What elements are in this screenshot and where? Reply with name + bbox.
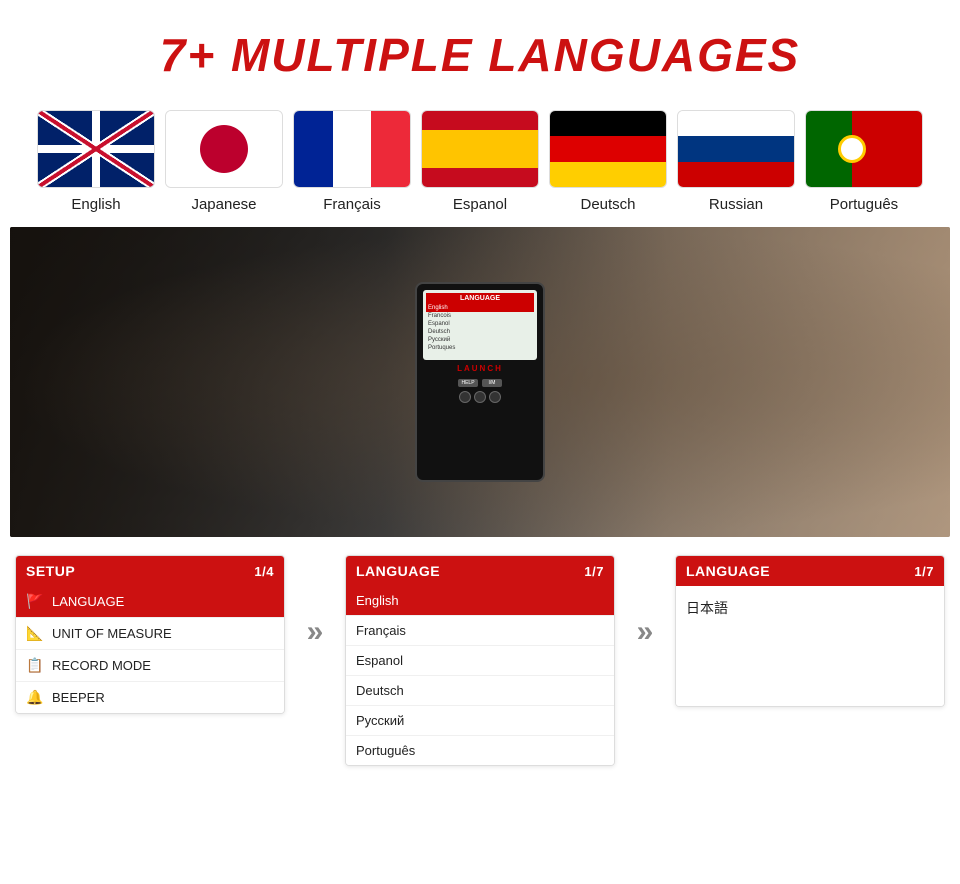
portugal-red xyxy=(852,111,922,187)
flag-label-japanese: Japanese xyxy=(191,196,256,213)
setup-row-record: 📋 RECORD MODE xyxy=(16,650,284,682)
portugal-emblem xyxy=(838,135,866,163)
france-white xyxy=(333,111,372,187)
device-brand: LAUNCH xyxy=(457,364,503,373)
france-flag-graphic xyxy=(294,111,410,187)
lang-row-russian: Русский xyxy=(346,706,614,736)
flag-label-english: English xyxy=(71,196,120,213)
flag-spanish xyxy=(421,110,539,188)
lang-portuguese: Português xyxy=(356,743,415,758)
lang-row-german: Deutsch xyxy=(346,676,614,706)
lang-english: English xyxy=(356,593,399,608)
device-image: LANGUAGE English Francois Espanol Deutsc… xyxy=(415,282,545,482)
title-section: 7+ MULTIPLE LANGUAGES xyxy=(0,0,960,100)
language-header-page: 1/7 xyxy=(584,564,604,579)
germany-red xyxy=(550,136,666,161)
setup-header-page: 1/4 xyxy=(254,564,274,579)
lang-russian: Русский xyxy=(356,713,404,728)
arrow-symbol-1: » xyxy=(307,615,324,649)
language-header-title: LANGUAGE xyxy=(356,563,440,579)
record-icon: 📋 xyxy=(26,657,44,674)
arrow-1: » xyxy=(285,555,345,649)
setup-record-label: RECORD MODE xyxy=(52,658,151,673)
setup-row-unit: 📐 UNIT OF MEASURE xyxy=(16,618,284,650)
flag-label-french: Français xyxy=(323,196,381,213)
arrow-symbol-2: » xyxy=(637,615,654,649)
setup-unit-label: UNIT OF MEASURE xyxy=(52,626,172,641)
language-result-header: LANGUAGE 1/7 xyxy=(676,556,944,586)
setup-panel-body: 🚩 LANGUAGE 📐 UNIT OF MEASURE 📋 RECORD MO… xyxy=(16,586,284,713)
setup-panel: SETUP 1/4 🚩 LANGUAGE 📐 UNIT OF MEASURE 📋… xyxy=(15,555,285,714)
russia-red xyxy=(678,162,794,187)
france-blue xyxy=(294,111,333,187)
japanese-text: 日本語 xyxy=(686,594,934,622)
russia-flag-graphic xyxy=(678,111,794,187)
france-red xyxy=(371,111,410,187)
arrow-2: » xyxy=(615,555,675,649)
flag-item-french: Français xyxy=(292,110,412,213)
beeper-icon: 🔔 xyxy=(26,689,44,706)
setup-beeper-label: BEEPER xyxy=(52,690,105,705)
unit-icon: 📐 xyxy=(26,625,44,642)
language-panel: LANGUAGE 1/7 English Français Espanol De… xyxy=(345,555,615,766)
flag-item-english: English xyxy=(36,110,156,213)
setup-language-label: LANGUAGE xyxy=(52,594,124,609)
spain-flag-graphic xyxy=(422,111,538,187)
russia-blue xyxy=(678,136,794,161)
lang-row-spanish: Espanol xyxy=(346,646,614,676)
portugal-flag-graphic xyxy=(806,111,922,187)
language-result-body: 日本語 xyxy=(676,586,944,706)
setup-row-beeper: 🔔 BEEPER xyxy=(16,682,284,713)
language-result-title: LANGUAGE xyxy=(686,563,770,579)
lang-row-english: English xyxy=(346,586,614,616)
japan-flag-graphic xyxy=(166,111,282,187)
device-screen: LANGUAGE English Francois Espanol Deutsc… xyxy=(423,290,537,360)
germany-flag-graphic xyxy=(550,111,666,187)
language-result-page: 1/7 xyxy=(914,564,934,579)
flag-japanese xyxy=(165,110,283,188)
flag-portuguese xyxy=(805,110,923,188)
flag-item-russian: Russian xyxy=(676,110,796,213)
flag-russian xyxy=(677,110,795,188)
flag-item-german: Deutsch xyxy=(548,110,668,213)
uk-flag-graphic xyxy=(38,111,154,187)
flag-label-russian: Russian xyxy=(709,196,763,213)
lang-german: Deutsch xyxy=(356,683,404,698)
japan-circle xyxy=(200,125,248,173)
lang-spanish: Espanol xyxy=(356,653,403,668)
flag-label-spanish: Espanol xyxy=(453,196,507,213)
flags-row: English Japanese Français Espano xyxy=(0,100,960,227)
lang-row-portuguese: Português xyxy=(346,736,614,765)
russia-white xyxy=(678,111,794,136)
language-icon: 🚩 xyxy=(26,593,44,610)
flag-german xyxy=(549,110,667,188)
panels-row: SETUP 1/4 🚩 LANGUAGE 📐 UNIT OF MEASURE 📋… xyxy=(0,537,960,776)
language-panel-body: English Français Espanol Deutsch Русский… xyxy=(346,586,614,765)
setup-row-language: 🚩 LANGUAGE xyxy=(16,586,284,618)
flag-label-german: Deutsch xyxy=(580,196,635,213)
spain-red2 xyxy=(422,168,538,187)
flag-english xyxy=(37,110,155,188)
spain-red1 xyxy=(422,111,538,130)
setup-panel-header: SETUP 1/4 xyxy=(16,556,284,586)
setup-header-title: SETUP xyxy=(26,563,75,579)
spain-yellow xyxy=(422,130,538,168)
flag-french xyxy=(293,110,411,188)
germany-black xyxy=(550,111,666,136)
flag-item-japanese: Japanese xyxy=(164,110,284,213)
lang-row-french: Français xyxy=(346,616,614,646)
flag-item-spanish: Espanol xyxy=(420,110,540,213)
language-result-panel: LANGUAGE 1/7 日本語 xyxy=(675,555,945,707)
flag-label-portuguese: Português xyxy=(830,196,898,213)
germany-gold xyxy=(550,162,666,187)
device-photo: LANGUAGE English Francois Espanol Deutsc… xyxy=(10,227,950,537)
lang-french: Français xyxy=(356,623,406,638)
flag-item-portuguese: Português xyxy=(804,110,924,213)
language-panel-header: LANGUAGE 1/7 xyxy=(346,556,614,586)
main-title: 7+ MULTIPLE LANGUAGES xyxy=(20,28,940,82)
